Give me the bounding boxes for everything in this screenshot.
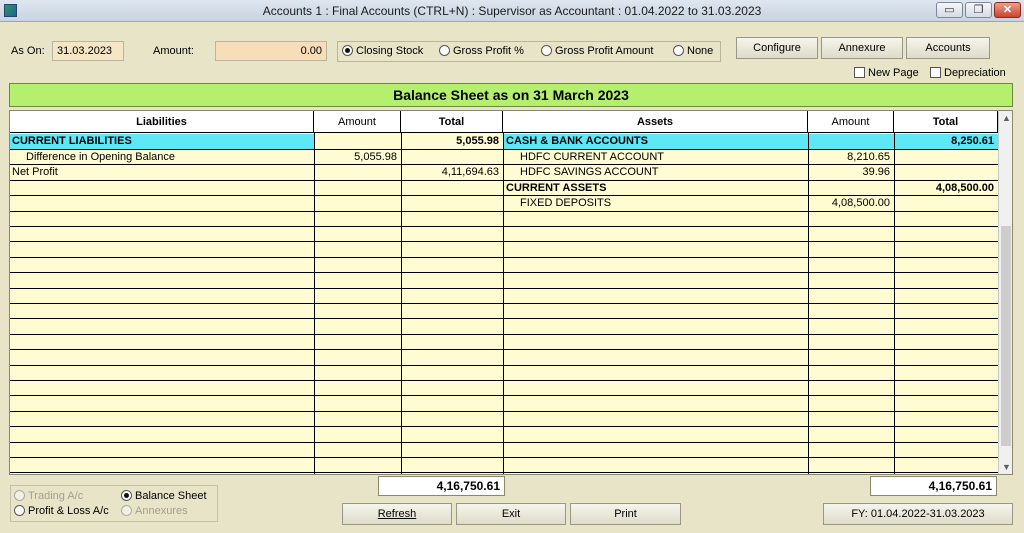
grid-row-line bbox=[10, 303, 998, 304]
configure-button[interactable]: Configure bbox=[736, 37, 818, 59]
gross-profit-percent-radio[interactable]: Gross Profit % bbox=[439, 45, 524, 57]
liability-total: 4,11,694.63 bbox=[441, 166, 499, 178]
assets-grand-total: 4,16,750.61 bbox=[870, 476, 997, 496]
grid-row-line bbox=[10, 365, 998, 366]
as-on-date-input[interactable]: 31.03.2023 bbox=[52, 41, 124, 61]
close-button[interactable]: ✕ bbox=[994, 2, 1021, 18]
grid-row-line bbox=[10, 272, 998, 273]
minimize-button[interactable]: ▭ bbox=[936, 2, 963, 18]
asset-ledger-name: HDFC SAVINGS ACCOUNT bbox=[520, 166, 659, 178]
asset-total: 8,250.61 bbox=[951, 135, 994, 147]
fy-button[interactable]: FY: 01.04.2022-31.03.2023 bbox=[823, 503, 1013, 525]
annexures-radio: Annexures bbox=[121, 505, 188, 517]
grid-row-line bbox=[10, 226, 998, 227]
trading-radio: Trading A/c bbox=[14, 490, 83, 502]
grid-row-line bbox=[10, 472, 998, 473]
col-header-amount-assets: Amount bbox=[808, 111, 894, 133]
col-header-total-assets: Total bbox=[894, 111, 998, 133]
asset-total: 4,08,500.00 bbox=[935, 182, 994, 194]
liability-amount: 5,055.98 bbox=[354, 151, 397, 163]
liability-group-name: CURRENT LIABILITIES bbox=[12, 135, 132, 147]
radio-selected-icon bbox=[342, 45, 353, 56]
depreciation-checkbox[interactable]: Depreciation bbox=[930, 67, 1006, 79]
closing-stock-radio[interactable]: Closing Stock bbox=[342, 45, 423, 57]
liabilities-grand-total: 4,16,750.61 bbox=[378, 476, 505, 496]
grid-row-line bbox=[10, 426, 998, 427]
window-title: Accounts 1 : Final Accounts (CTRL+N) : S… bbox=[262, 4, 762, 18]
radio-selected-icon bbox=[121, 490, 132, 501]
amount-label: Amount: bbox=[153, 45, 194, 57]
grid-column-line bbox=[314, 133, 315, 474]
grid-row-line bbox=[10, 288, 998, 289]
col-header-assets: Assets bbox=[503, 111, 808, 133]
radio-icon bbox=[14, 505, 25, 516]
vertical-scrollbar[interactable]: ▲ ▼ bbox=[998, 111, 1012, 474]
report-view-group: Trading A/c Balance Sheet Profit & Loss … bbox=[10, 485, 218, 522]
grid-column-line bbox=[808, 133, 809, 474]
print-button[interactable]: Print bbox=[570, 503, 681, 525]
col-header-total: Total bbox=[401, 111, 503, 133]
asset-amount: 39.96 bbox=[862, 166, 890, 178]
asset-amount: 4,08,500.00 bbox=[831, 197, 890, 209]
checkbox-icon bbox=[854, 67, 865, 78]
asset-ledger-name: FIXED DEPOSITS bbox=[520, 197, 612, 209]
grid-row-line bbox=[10, 180, 998, 181]
report-title: Balance Sheet as on 31 March 2023 bbox=[9, 83, 1013, 107]
asset-amount: 8,210.65 bbox=[847, 151, 890, 163]
scroll-up-icon[interactable]: ▲ bbox=[999, 111, 1012, 125]
radio-icon bbox=[14, 490, 25, 501]
grid-column-line bbox=[503, 133, 504, 474]
grid-row-line bbox=[10, 318, 998, 319]
radio-icon bbox=[541, 45, 552, 56]
refresh-label: Refresh bbox=[377, 508, 417, 520]
accounts-button[interactable]: Accounts bbox=[906, 37, 990, 59]
grid-row-line bbox=[10, 334, 998, 335]
annexure-button[interactable]: Annexure bbox=[821, 37, 903, 59]
grid-row-line bbox=[10, 241, 998, 242]
gross-profit-amount-radio[interactable]: Gross Profit Amount bbox=[541, 45, 653, 57]
refresh-button[interactable]: Refresh bbox=[342, 503, 452, 525]
grid-row-line bbox=[10, 380, 998, 381]
asset-group-name: CURRENT ASSETS bbox=[506, 182, 607, 194]
balance-sheet-radio[interactable]: Balance Sheet bbox=[121, 490, 207, 502]
amount-input[interactable]: 0.00 bbox=[215, 41, 327, 61]
radio-icon bbox=[439, 45, 450, 56]
exit-button[interactable]: Exit bbox=[456, 503, 566, 525]
liability-ledger-name: Net Profit bbox=[12, 166, 58, 178]
grid-row-line bbox=[10, 211, 998, 212]
new-page-checkbox[interactable]: New Page bbox=[854, 67, 919, 79]
liability-total: 5,055.98 bbox=[456, 135, 499, 147]
closing-option-group: Closing Stock Gross Profit % Gross Profi… bbox=[337, 41, 721, 62]
scroll-thumb[interactable] bbox=[1001, 226, 1011, 446]
grid-row-line bbox=[10, 349, 998, 350]
balance-sheet-grid[interactable]: Liabilities Amount Total Assets Amount T… bbox=[9, 110, 1013, 475]
restore-button[interactable]: ❐ bbox=[965, 2, 992, 18]
liability-ledger-name: Difference in Opening Balance bbox=[26, 151, 176, 163]
grid-row-line bbox=[10, 442, 998, 443]
grid-row-line bbox=[10, 257, 998, 258]
scroll-down-icon[interactable]: ▼ bbox=[999, 460, 1012, 474]
radio-icon bbox=[673, 45, 684, 56]
grid-row-line bbox=[10, 457, 998, 458]
title-bar: Accounts 1 : Final Accounts (CTRL+N) : S… bbox=[0, 0, 1024, 22]
col-header-amount: Amount bbox=[314, 111, 401, 133]
checkbox-icon bbox=[930, 67, 941, 78]
grid-row-line bbox=[10, 395, 998, 396]
col-header-liabilities: Liabilities bbox=[10, 111, 314, 133]
asset-group-name: CASH & BANK ACCOUNTS bbox=[506, 135, 648, 147]
grid-row-line bbox=[10, 411, 998, 412]
grid-column-line bbox=[401, 133, 402, 474]
none-radio[interactable]: None bbox=[673, 45, 713, 57]
as-on-label: As On: bbox=[11, 45, 45, 57]
asset-ledger-name: HDFC CURRENT ACCOUNT bbox=[520, 151, 665, 163]
radio-icon bbox=[121, 505, 132, 516]
profit-loss-radio[interactable]: Profit & Loss A/c bbox=[14, 505, 109, 517]
